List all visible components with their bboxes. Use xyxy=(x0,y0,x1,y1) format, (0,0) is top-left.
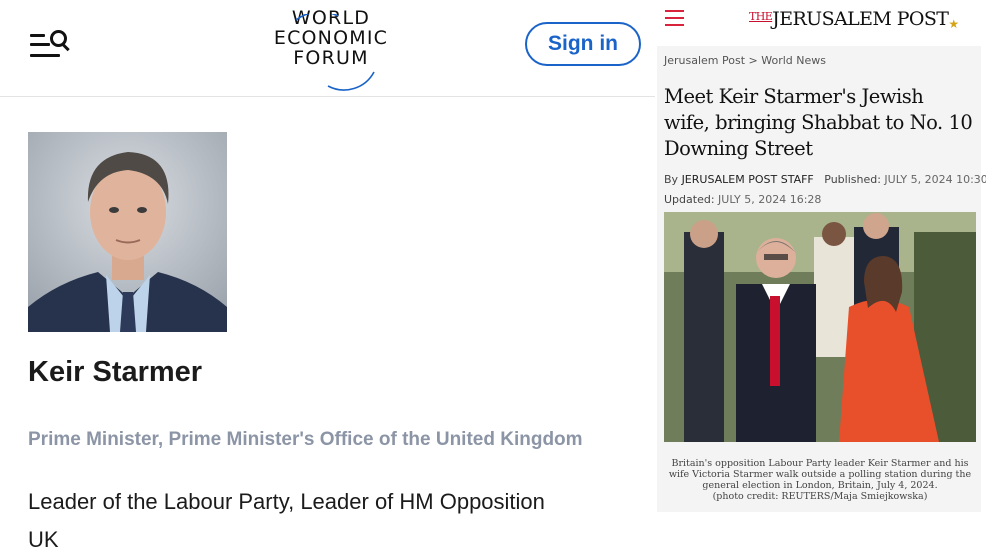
article-updated: Updated: JULY 5, 2024 16:28 xyxy=(664,193,821,206)
photo-caption: Britain's opposition Labour Party leader… xyxy=(662,458,978,502)
updated-label: Updated: xyxy=(664,193,715,206)
person-role: Prime Minister, Prime Minister's Office … xyxy=(28,429,583,450)
menu-icon-bar xyxy=(30,54,60,57)
jpost-logo-the: THE xyxy=(749,10,773,23)
jpost-logo[interactable]: THEJERUSALEM POST★ xyxy=(749,8,959,31)
jpost-article-page: THEJERUSALEM POST★ Jerusalem Post > Worl… xyxy=(655,0,986,545)
menu-icon xyxy=(30,34,45,37)
wef-logo[interactable]: WORLD ECONOMIC FORUM xyxy=(266,8,396,91)
published-date: JULY 5, 2024 10:30 xyxy=(884,173,986,186)
breadcrumb: Jerusalem Post > World News xyxy=(664,54,826,67)
photo-credit: (photo credit: REUTERS/Maja Smiejkowska) xyxy=(712,491,928,502)
menu-search-button[interactable] xyxy=(30,30,72,62)
menu-icon-bar xyxy=(30,43,50,46)
article-photo[interactable] xyxy=(664,212,976,442)
person-description: Leader of the Labour Party, Leader of HM… xyxy=(28,483,648,559)
photo-caption-text: Britain's opposition Labour Party leader… xyxy=(668,458,972,491)
byline-label: By xyxy=(664,173,679,186)
byline-author-link[interactable]: JERUSALEM POST STAFF xyxy=(682,173,814,186)
star-of-david-icon: ★ xyxy=(948,17,959,31)
hamburger-menu-icon[interactable] xyxy=(665,10,684,26)
breadcrumb-home-link[interactable]: Jerusalem Post xyxy=(664,54,745,67)
updated-date: JULY 5, 2024 16:28 xyxy=(718,193,822,206)
wef-logo-arc xyxy=(295,14,375,91)
article-headline: Meet Keir Starmer's Jewish wife, bringin… xyxy=(664,85,973,160)
person-name: Keir Starmer xyxy=(28,356,203,388)
person-description-line: UK xyxy=(28,527,59,552)
wef-profile-page: WORLD ECONOMIC FORUM Sign in Keir Starme… xyxy=(0,0,655,552)
jpost-logo-name: JERUSALEM POST xyxy=(772,8,949,30)
breadcrumb-separator: > xyxy=(748,54,758,67)
person-description-line: Leader of the Labour Party, Leader of HM… xyxy=(28,489,545,514)
profile-photo xyxy=(28,132,227,332)
wef-header: WORLD ECONOMIC FORUM Sign in xyxy=(0,0,655,97)
published-label: Published: xyxy=(824,173,881,186)
jpost-article: Jerusalem Post > World News Meet Keir St… xyxy=(657,46,986,512)
search-icon-handle xyxy=(61,43,70,52)
breadcrumb-section-link[interactable]: World News xyxy=(761,54,826,67)
jpost-header: THEJERUSALEM POST★ xyxy=(655,0,986,44)
sign-in-button[interactable]: Sign in xyxy=(525,22,641,66)
article-byline: By JERUSALEM POST STAFF Published: JULY … xyxy=(664,173,986,186)
